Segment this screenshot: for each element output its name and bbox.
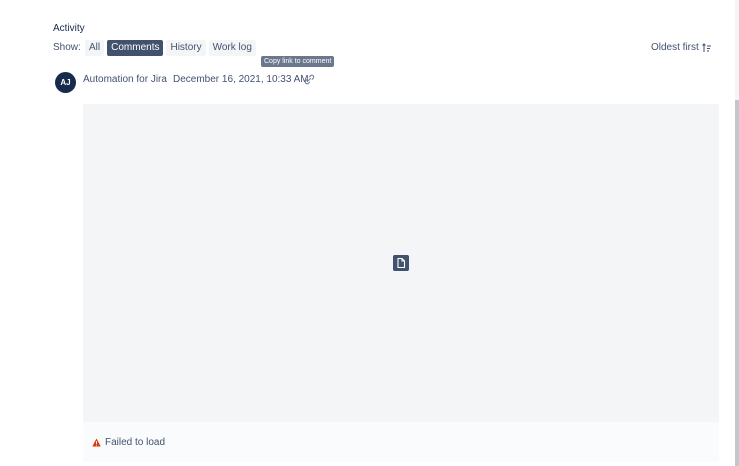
show-label: Show: — [53, 42, 81, 53]
scrollbar-thumb[interactable] — [735, 100, 739, 466]
link-icon[interactable] — [304, 74, 315, 85]
activity-filters: All Comments History Work log — [85, 40, 256, 56]
warning-icon — [92, 438, 101, 447]
activity-heading: Activity — [53, 23, 85, 34]
comment-timestamp[interactable]: December 16, 2021, 10:33 AM — [173, 74, 309, 85]
load-error: Failed to load — [92, 437, 165, 448]
sort-order-button[interactable]: Oldest first — [651, 42, 712, 53]
avatar[interactable]: AJ — [55, 72, 76, 93]
copy-link-tooltip: Copy link to comment — [261, 56, 335, 67]
filter-comments-button[interactable]: Comments — [107, 40, 164, 56]
filter-history-button[interactable]: History — [166, 40, 206, 56]
sort-label: Oldest first — [651, 42, 699, 53]
error-text: Failed to load — [105, 437, 166, 448]
filter-worklog-button[interactable]: Work log — [208, 40, 256, 56]
document-icon — [393, 255, 409, 271]
filter-all-button[interactable]: All — [85, 40, 105, 56]
sort-ascending-icon — [701, 42, 711, 52]
scrollbar[interactable] — [735, 0, 739, 466]
comment-author[interactable]: Automation for Jira — [83, 74, 167, 85]
attachment-footer — [83, 422, 719, 462]
